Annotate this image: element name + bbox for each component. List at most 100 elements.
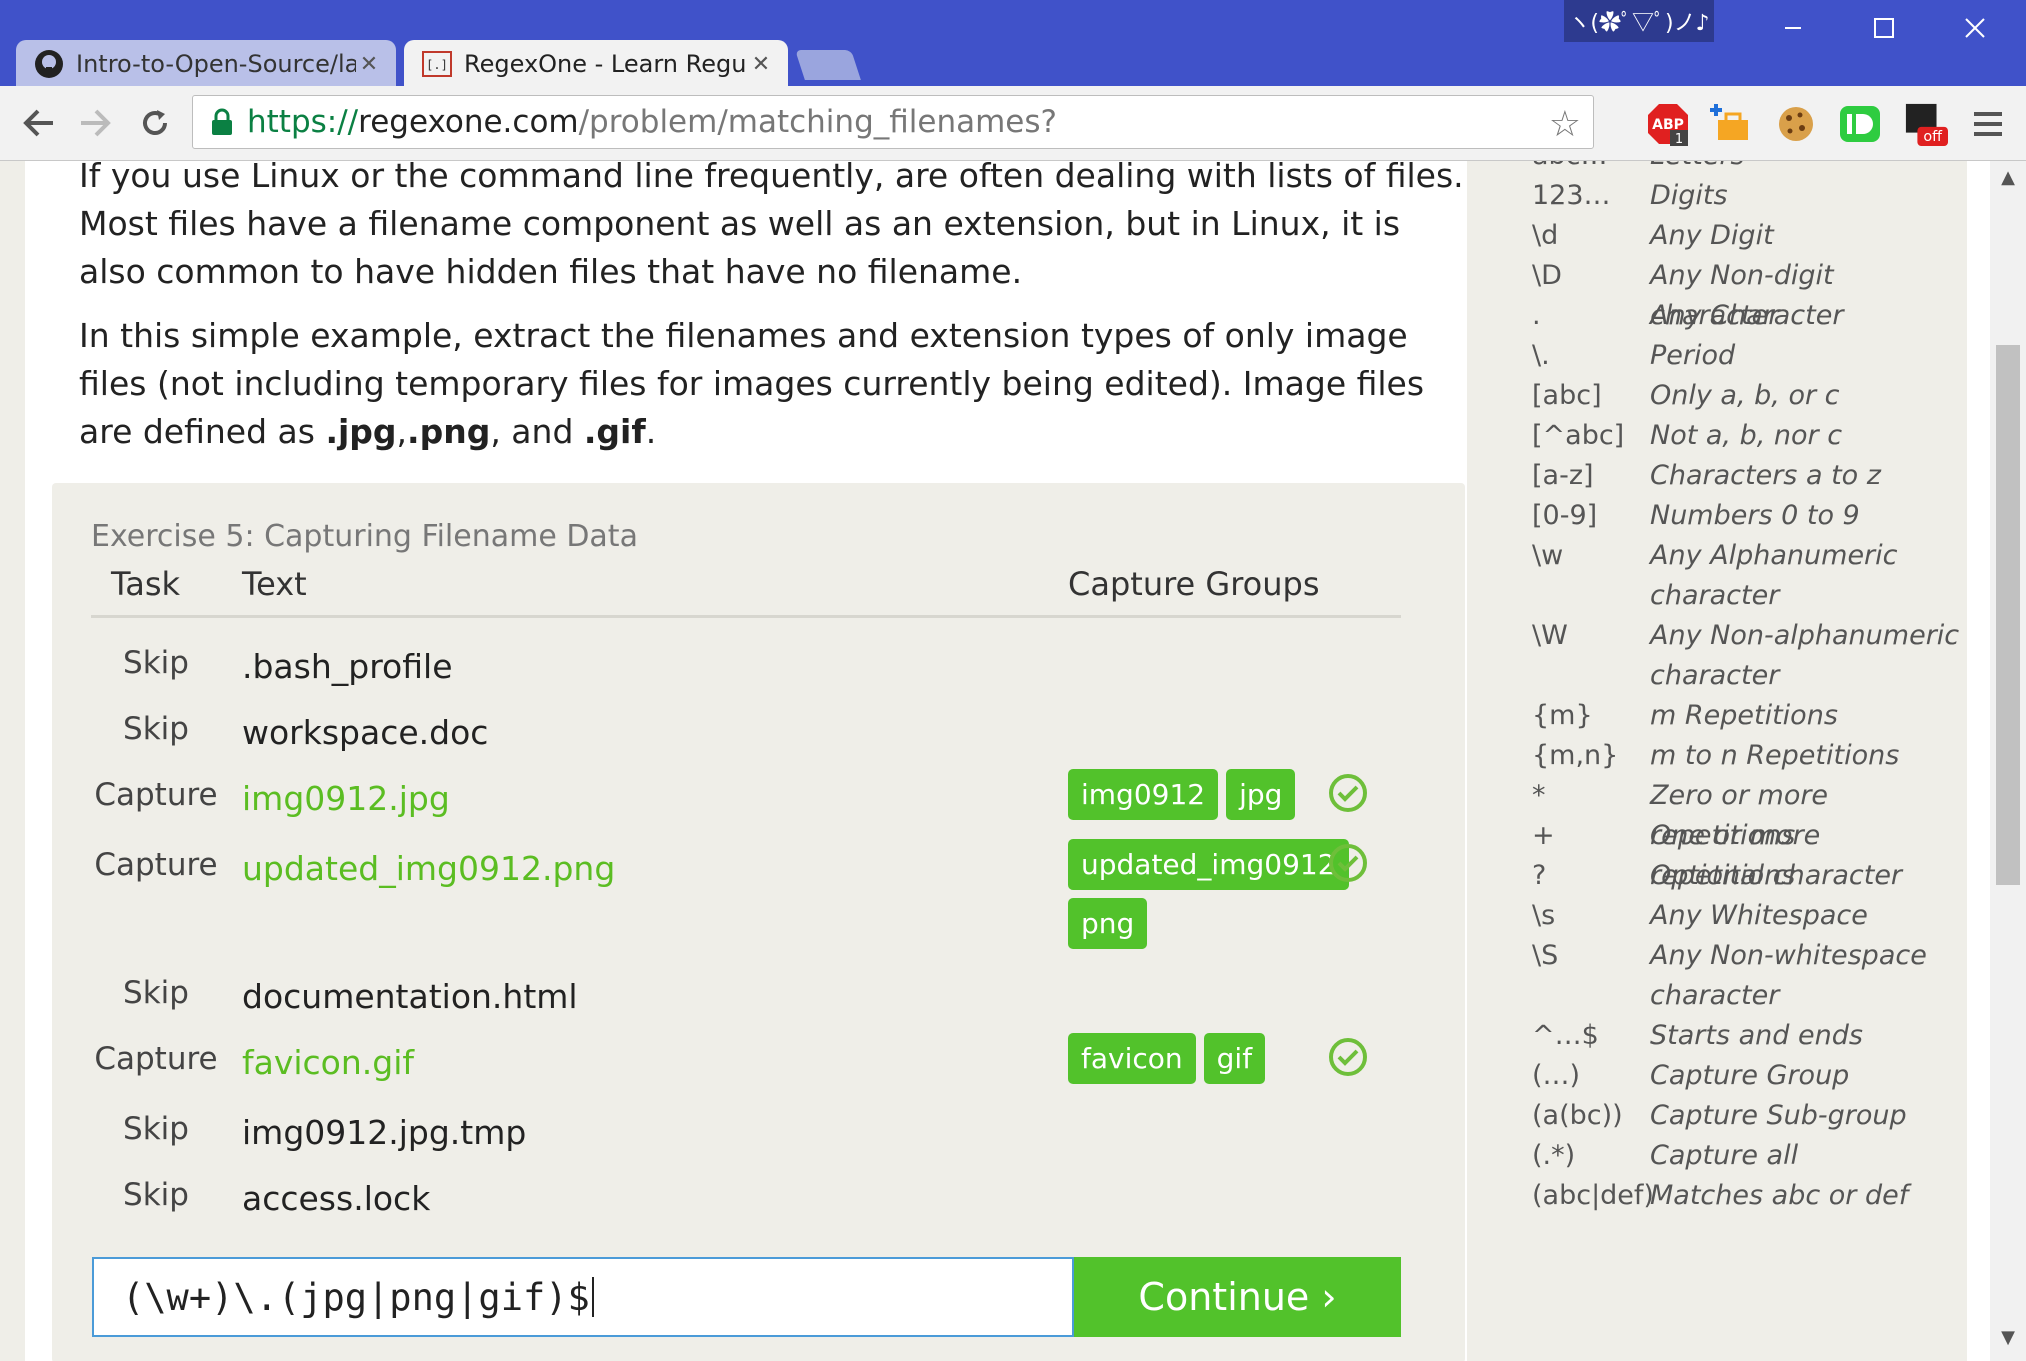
tab-title: RegexOne - Learn Regular [464,50,748,78]
page-scrollbar[interactable]: ▲ ▼ [1990,161,2026,1361]
lesson-paragraph-1: If you use Linux or the command line fre… [79,161,1464,291]
continue-button[interactable]: Continue › [1074,1257,1401,1337]
maximize-icon[interactable] [1849,6,1919,50]
back-arrow-icon[interactable] [12,96,66,150]
url-host: regexone.com [358,104,579,140]
reference-symbol: \S [1532,940,1559,971]
reference-description: Any Character [1650,300,1844,331]
capture-group-chip: img0912 [1068,769,1219,820]
reference-symbol: [abc] [1532,380,1602,411]
hamburger-menu-icon[interactable] [1966,102,2010,146]
close-window-icon[interactable] [1940,6,2010,50]
reference-description: Any Non-whitespace character [1650,940,1927,1011]
reference-description: Any Alphanumeric character [1650,540,1898,611]
tab-close-icon[interactable]: ✕ [356,52,382,77]
scroll-up-icon[interactable]: ▲ [1996,167,2020,191]
row-text: img0912.jpg.tmp [242,1113,527,1152]
reference-description: Capture Group [1650,1060,1850,1091]
url-text: https://regexone.com/problem/matching_fi… [247,104,1057,140]
row-text: documentation.html [242,977,578,1016]
para2-and: , and [490,412,584,451]
task-label: Skip [123,1111,189,1147]
off-toggle-extension-icon[interactable]: off [1904,102,1948,146]
svg-text:[.]: [.] [426,58,448,72]
task-label: Capture [94,847,218,883]
reference-description: Characters a to z [1650,460,1881,491]
capture-group-chip: updated_img0912 [1068,839,1349,890]
reference-description: Starts and ends [1650,1020,1863,1051]
exercise-panel: Exercise 5: Capturing Filename Data Task… [52,483,1465,1361]
ext-gif: .gif [583,412,646,451]
scroll-down-icon[interactable]: ▼ [1996,1327,2020,1351]
pushbullet-icon[interactable] [1838,102,1882,146]
star-icon[interactable]: ☆ [1549,104,1581,145]
reference-description: Capture all [1650,1140,1799,1171]
ext-png: .png [407,412,491,451]
exercise-title: Exercise 5: Capturing Filename Data [91,519,638,554]
minimize-icon[interactable] [1758,6,1828,50]
task-label: Skip [123,645,189,681]
reference-description: Only a, b, or c [1650,380,1840,411]
regex-input[interactable]: (\w+)\.(jpg|png|gif)$ [92,1257,1074,1337]
reference-description: Period [1650,340,1736,371]
text-cursor [591,1277,594,1317]
reference-description: Digits [1650,180,1728,211]
tab-title: Intro-to-Open-Source/lab [76,50,356,78]
url-path: /problem/matching_filenames? [578,104,1057,140]
reference-symbol: \w [1532,540,1564,571]
scroll-thumb[interactable] [1996,345,2020,885]
lock-icon [212,108,232,135]
reference-symbol: (…) [1532,1060,1581,1091]
capture-group-chip: favicon [1068,1033,1196,1084]
header-task: Task [111,565,181,603]
task-label: Skip [123,1177,189,1213]
forward-arrow-icon[interactable] [68,96,122,150]
ext-jpg: .jpg [325,412,397,451]
reference-symbol: \s [1532,900,1556,931]
reference-symbol: * [1532,780,1546,811]
page-viewport: If you use Linux or the command line fre… [0,161,2026,1361]
off-label: off [1923,129,1943,145]
reload-icon[interactable] [128,96,182,150]
check-circle-icon [1329,774,1367,812]
capture-group-chip: gif [1203,1033,1266,1084]
capture-group-chip: png [1068,898,1148,949]
reference-description: m to n Repetitions [1650,740,1900,771]
reference-symbol: + [1532,820,1555,851]
reference-symbol: ? [1532,860,1547,891]
reference-description: Capture Sub-group [1650,1100,1907,1131]
profile-emoticon[interactable]: ヽ(✿ﾟ▽ﾟ)ノ♪ [1564,0,1714,42]
row-text: .bash_profile [242,647,453,686]
cookie-icon[interactable] [1774,102,1818,146]
reference-symbol: \D [1532,260,1562,291]
task-label: Capture [94,777,218,813]
reference-description: Not a, b, nor c [1650,420,1843,451]
reference-symbol: \. [1532,340,1550,371]
reference-symbol: (a(bc)) [1532,1100,1623,1131]
row-text: access.lock [242,1179,431,1218]
tab-github[interactable]: Intro-to-Open-Source/lab ✕ [16,40,396,88]
reference-description: Any Whitespace [1650,900,1868,931]
adblock-plus-icon[interactable]: ABP 1 [1646,102,1690,146]
regex-input-value: (\w+)\.(jpg|png|gif)$ [122,1275,590,1319]
reference-description: Any Digit [1650,220,1774,251]
new-tab-button[interactable] [795,50,861,80]
para2-comma: , [396,412,408,451]
tab-close-icon[interactable]: ✕ [748,52,774,77]
address-bar[interactable]: https://regexone.com/problem/matching_fi… [192,95,1594,149]
exercise-table-header: Task Text Capture Groups [91,555,1401,618]
regex-reference-sidebar: abc… Letters 123… Digits \d Any Digit \D Any… [1467,161,1967,1361]
reference-description: Optional character [1650,860,1903,891]
capture-group-chip: jpg [1226,769,1296,820]
row-text: img0912.jpg [242,779,450,818]
row-text: favicon.gif [242,1043,415,1082]
briefcase-extension-icon[interactable] [1710,102,1754,146]
tab-regexone[interactable]: [.] RegexOne - Learn Regular ✕ [404,40,788,88]
header-capture-groups: Capture Groups [1068,565,1320,603]
capture-groups: updated_img0912png [1068,839,1349,957]
reference-symbol: . [1532,300,1541,331]
para2-end: . [645,412,657,451]
regexone-favicon-icon: [.] [422,51,452,77]
reference-description: Any Non-alphanumeric character [1650,620,1960,691]
reference-description: m Repetitions [1650,700,1838,731]
